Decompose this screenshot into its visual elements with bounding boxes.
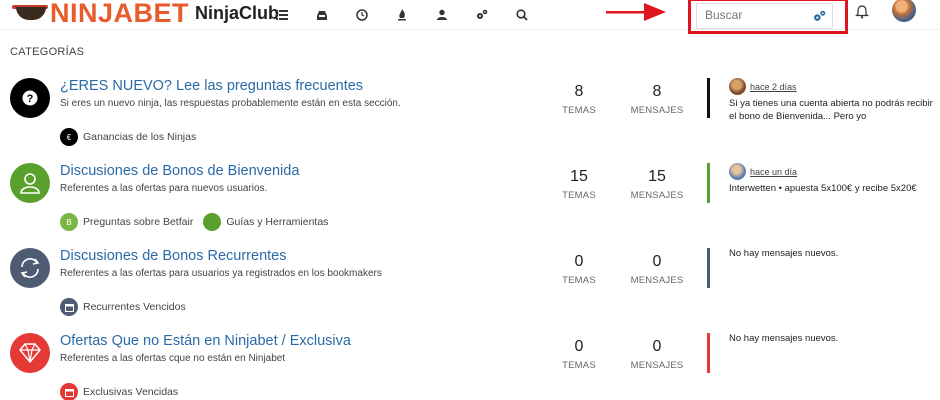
- posts-label: MENSAJES: [630, 360, 684, 371]
- posts-count: 15 MENSAJES: [622, 168, 692, 201]
- site-logo[interactable]: NINJABET NinjaClub: [12, 0, 279, 28]
- subcategory-label: Recurrentes Vencidos: [83, 301, 186, 313]
- subcategory-list: Recurrentes Vencidos: [60, 298, 196, 316]
- subcategory-item[interactable]: € Ganancias de los Ninjas: [60, 128, 196, 146]
- topics-number: 0: [574, 253, 584, 270]
- search-options-icon[interactable]: [813, 10, 826, 23]
- topics-number: 0: [574, 338, 584, 355]
- topics-label: TEMAS: [562, 275, 596, 286]
- category-row: Ofertas Que no Están en Ninjabet / Exclu…: [0, 333, 940, 400]
- section-title: CATEGORÍAS: [10, 46, 85, 58]
- circle-icon: [203, 213, 222, 231]
- category-title[interactable]: ¿ERES NUEVO? Lee las preguntas frecuente…: [60, 78, 363, 94]
- user-avatar[interactable]: [892, 0, 916, 22]
- subcategory-list: B Preguntas sobre Betfair Guías y Herram…: [60, 213, 338, 231]
- last-post-text[interactable]: Si ya tienes una cuenta abierta no podrá…: [729, 97, 934, 123]
- euro-icon: €: [60, 128, 78, 146]
- posts-count: 0 MENSAJES: [622, 253, 692, 286]
- search-icon[interactable]: [502, 0, 542, 30]
- posts-number: 0: [652, 338, 662, 355]
- refresh-icon[interactable]: [10, 248, 50, 288]
- search-field: [696, 3, 833, 29]
- category-description: Referentes a las ofertas para usuarios y…: [60, 268, 382, 279]
- cogs-icon[interactable]: [462, 0, 502, 30]
- logo-text: NINJABET: [50, 0, 190, 28]
- red-arrow-icon: [606, 3, 666, 21]
- clock-icon[interactable]: [342, 0, 382, 30]
- category-row: Discusiones de Bonos Recurrentes Referen…: [0, 248, 940, 333]
- topics-label: TEMAS: [562, 105, 596, 116]
- poster-avatar[interactable]: [729, 78, 746, 95]
- category-description: Referentes a las ofertas cque no están e…: [60, 353, 286, 364]
- last-post: hace un día Interwetten • apuesta 5x100€…: [707, 163, 932, 203]
- diamond-icon[interactable]: [10, 333, 50, 373]
- subcategory-item[interactable]: B Preguntas sobre Betfair: [60, 213, 193, 231]
- fire-icon[interactable]: [382, 0, 422, 30]
- posts-number: 8: [652, 83, 662, 100]
- calendar-icon: [60, 298, 78, 316]
- topics-number: 8: [574, 83, 584, 100]
- topics-label: TEMAS: [562, 360, 596, 371]
- topics-number: 15: [570, 168, 588, 185]
- last-post: No hay mensajes nuevos.: [707, 248, 932, 288]
- category-row: Discusiones de Bonos de Bienvenida Refer…: [0, 163, 940, 248]
- no-new-posts: No hay mensajes nuevos.: [729, 248, 839, 259]
- calendar-icon: [60, 383, 78, 400]
- bell-icon[interactable]: [855, 5, 869, 19]
- posts-label: MENSAJES: [630, 190, 684, 201]
- subcategory-list: € Ganancias de los Ninjas: [60, 128, 206, 146]
- user-icon[interactable]: [10, 163, 50, 203]
- topics-count: 0 TEMAS: [544, 338, 614, 371]
- inbox-icon[interactable]: [302, 0, 342, 30]
- posts-count: 8 MENSAJES: [622, 83, 692, 116]
- posts-label: MENSAJES: [630, 275, 684, 286]
- topics-count: 15 TEMAS: [544, 168, 614, 201]
- category-description: Referentes a las ofertas para nuevos usu…: [60, 183, 268, 194]
- subcategory-item[interactable]: Exclusivas Vencidas: [60, 383, 178, 400]
- search-input[interactable]: [705, 8, 805, 22]
- topics-count: 8 TEMAS: [544, 83, 614, 116]
- topics-count: 0 TEMAS: [544, 253, 614, 286]
- subcategory-label: Exclusivas Vencidas: [83, 386, 179, 398]
- category-title[interactable]: Ofertas Que no Están en Ninjabet / Exclu…: [60, 333, 351, 349]
- subcategory-label: Preguntas sobre Betfair: [83, 216, 194, 228]
- category-title[interactable]: Discusiones de Bonos de Bienvenida: [60, 163, 299, 179]
- poster-avatar[interactable]: [729, 163, 746, 180]
- last-post: No hay mensajes nuevos.: [707, 333, 932, 373]
- last-post-time[interactable]: hace un día: [750, 167, 797, 177]
- subcategory-item[interactable]: Recurrentes Vencidos: [60, 298, 186, 316]
- posts-count: 0 MENSAJES: [622, 338, 692, 371]
- b-icon: B: [60, 213, 78, 231]
- posts-number: 15: [648, 168, 666, 185]
- last-post: hace 2 días Si ya tienes una cuenta abie…: [707, 78, 933, 122]
- subcategory-item[interactable]: Guías y Herramientas: [203, 213, 328, 231]
- user-icon[interactable]: [422, 0, 462, 30]
- svg-text:?: ?: [27, 93, 34, 105]
- posts-number: 0: [652, 253, 662, 270]
- topics-label: TEMAS: [562, 190, 596, 201]
- subcategory-label: Guías y Herramientas: [226, 216, 329, 228]
- subcategory-label: Ganancias de los Ninjas: [83, 131, 197, 143]
- search-highlight-box: [688, 0, 848, 34]
- question-icon[interactable]: ?: [10, 78, 50, 118]
- list-icon[interactable]: [262, 0, 302, 30]
- subcategory-list: Exclusivas Vencidas: [60, 383, 188, 400]
- nav-icons: [262, 0, 542, 30]
- category-row: ? ¿ERES NUEVO? Lee las preguntas frecuen…: [0, 78, 940, 163]
- pan-logo-icon: [12, 4, 48, 22]
- category-title[interactable]: Discusiones de Bonos Recurrentes: [60, 248, 286, 264]
- last-post-text[interactable]: Interwetten • apuesta 5x100€ y recibe 5x…: [729, 182, 934, 195]
- top-navbar: NINJABET NinjaClub: [0, 0, 940, 34]
- category-description: Si eres un nuevo ninja, las respuestas p…: [60, 98, 401, 109]
- last-post-time[interactable]: hace 2 días: [750, 82, 797, 92]
- posts-label: MENSAJES: [630, 105, 684, 116]
- no-new-posts: No hay mensajes nuevos.: [729, 333, 839, 344]
